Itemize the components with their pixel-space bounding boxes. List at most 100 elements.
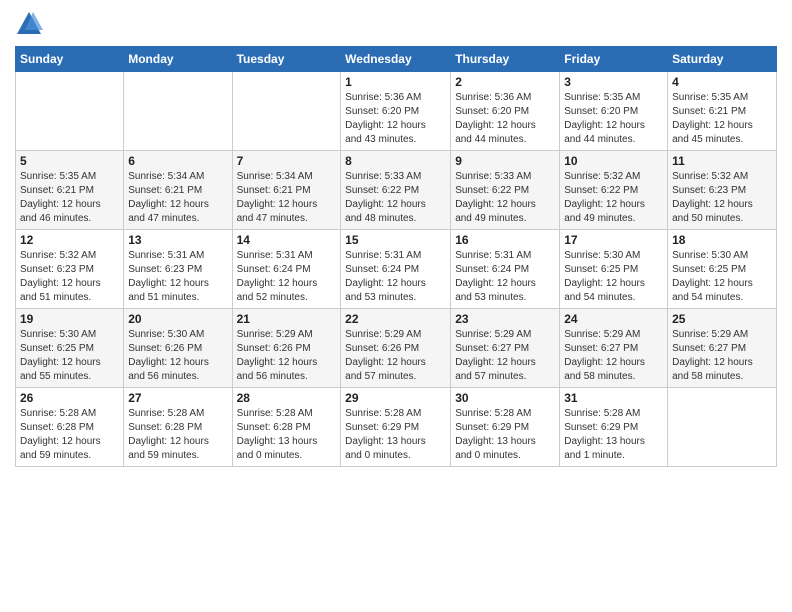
day-info: Sunrise: 5:29 AM Sunset: 6:26 PM Dayligh…: [345, 328, 446, 384]
calendar-cell: 20 Sunrise: 5:30 AM Sunset: 6:26 PM Dayli…: [124, 309, 232, 388]
calendar-cell: 11 Sunrise: 5:32 AM Sunset: 6:23 PM Dayli…: [668, 151, 777, 230]
calendar-table: SundayMondayTuesdayWednesdayThursdayFrid…: [15, 46, 777, 467]
calendar-cell: 14Sunrise: 5:31 AM Sunset: 6:24 PM Dayli…: [232, 230, 341, 309]
day-info: Sunrise: 5:30 AM Sunset: 6:25 PM Dayligh…: [20, 328, 119, 384]
day-info: Sunrise: 5:30 AM Sunset: 6:26 PM Dayligh…: [128, 328, 227, 384]
day-number: 6: [128, 154, 227, 168]
calendar-cell: 9 Sunrise: 5:33 AM Sunset: 6:22 PM Daylig…: [451, 151, 560, 230]
day-info: Sunrise: 5:36 AM Sunset: 6:20 PM Dayligh…: [455, 91, 555, 147]
calendar-cell: [16, 72, 124, 151]
calendar-cell: 16 Sunrise: 5:31 AM Sunset: 6:24 PM Dayli…: [451, 230, 560, 309]
day-info: Sunrise: 5:32 AM Sunset: 6:23 PM Dayligh…: [672, 170, 772, 226]
calendar-cell: 25 Sunrise: 5:29 AM Sunset: 6:27 PM Dayli…: [668, 309, 777, 388]
calendar-cell: 15 Sunrise: 5:31 AM Sunset: 6:24 PM Dayli…: [341, 230, 451, 309]
day-number: 15: [345, 233, 446, 247]
page: SundayMondayTuesdayWednesdayThursdayFrid…: [0, 0, 792, 612]
calendar-cell: 24 Sunrise: 5:29 AM Sunset: 6:27 PM Dayli…: [560, 309, 668, 388]
day-info: Sunrise: 5:29 AM Sunset: 6:27 PM Dayligh…: [564, 328, 663, 384]
calendar-week-1: 1 Sunrise: 5:36 AM Sunset: 6:20 PM Daylig…: [16, 72, 777, 151]
day-number: 10: [564, 154, 663, 168]
day-info: Sunrise: 5:30 AM Sunset: 6:25 PM Dayligh…: [564, 249, 663, 305]
calendar-cell: 2 Sunrise: 5:36 AM Sunset: 6:20 PM Daylig…: [451, 72, 560, 151]
day-number: 21: [237, 312, 337, 326]
calendar-cell: 22 Sunrise: 5:29 AM Sunset: 6:26 PM Dayli…: [341, 309, 451, 388]
day-info: Sunrise: 5:28 AM Sunset: 6:29 PM Dayligh…: [345, 407, 446, 463]
day-number: 3: [564, 75, 663, 89]
day-number: 9: [455, 154, 555, 168]
day-info: Sunrise: 5:29 AM Sunset: 6:27 PM Dayligh…: [455, 328, 555, 384]
calendar-cell: 30 Sunrise: 5:28 AM Sunset: 6:29 PM Dayli…: [451, 388, 560, 467]
col-header-tuesday: Tuesday: [232, 47, 341, 72]
day-info: Sunrise: 5:30 AM Sunset: 6:25 PM Dayligh…: [672, 249, 772, 305]
day-number: 26: [20, 391, 119, 405]
calendar-header-row: SundayMondayTuesdayWednesdayThursdayFrid…: [16, 47, 777, 72]
day-info: Sunrise: 5:31 AM Sunset: 6:24 PM Dayligh…: [345, 249, 446, 305]
day-number: 20: [128, 312, 227, 326]
day-info: Sunrise: 5:35 AM Sunset: 6:21 PM Dayligh…: [20, 170, 119, 226]
day-number: 19: [20, 312, 119, 326]
day-info: Sunrise: 5:35 AM Sunset: 6:20 PM Dayligh…: [564, 91, 663, 147]
calendar-week-2: 5 Sunrise: 5:35 AM Sunset: 6:21 PM Daylig…: [16, 151, 777, 230]
day-number: 2: [455, 75, 555, 89]
calendar-cell: 21 Sunrise: 5:29 AM Sunset: 6:26 PM Dayli…: [232, 309, 341, 388]
day-info: Sunrise: 5:28 AM Sunset: 6:28 PM Dayligh…: [237, 407, 337, 463]
day-number: 11: [672, 154, 772, 168]
day-info: Sunrise: 5:28 AM Sunset: 6:29 PM Dayligh…: [564, 407, 663, 463]
calendar-cell: 7Sunrise: 5:34 AM Sunset: 6:21 PM Daylig…: [232, 151, 341, 230]
day-info: Sunrise: 5:31 AM Sunset: 6:23 PM Dayligh…: [128, 249, 227, 305]
day-number: 5: [20, 154, 119, 168]
calendar-week-5: 26 Sunrise: 5:28 AM Sunset: 6:28 PM Dayli…: [16, 388, 777, 467]
day-number: 28: [237, 391, 337, 405]
day-number: 13: [128, 233, 227, 247]
col-header-thursday: Thursday: [451, 47, 560, 72]
day-info: Sunrise: 5:28 AM Sunset: 6:28 PM Dayligh…: [128, 407, 227, 463]
logo-icon: [15, 10, 43, 38]
day-info: Sunrise: 5:36 AM Sunset: 6:20 PM Dayligh…: [345, 91, 446, 147]
day-number: 8: [345, 154, 446, 168]
day-info: Sunrise: 5:31 AM Sunset: 6:24 PM Dayligh…: [455, 249, 555, 305]
day-info: Sunrise: 5:34 AM Sunset: 6:21 PM Dayligh…: [128, 170, 227, 226]
calendar-cell: 3 Sunrise: 5:35 AM Sunset: 6:20 PM Daylig…: [560, 72, 668, 151]
calendar-cell: [124, 72, 232, 151]
calendar-cell: 5 Sunrise: 5:35 AM Sunset: 6:21 PM Daylig…: [16, 151, 124, 230]
day-info: Sunrise: 5:34 AM Sunset: 6:21 PM Dayligh…: [237, 170, 337, 226]
calendar-week-3: 12Sunrise: 5:32 AM Sunset: 6:23 PM Dayli…: [16, 230, 777, 309]
day-number: 25: [672, 312, 772, 326]
day-info: Sunrise: 5:33 AM Sunset: 6:22 PM Dayligh…: [455, 170, 555, 226]
day-number: 4: [672, 75, 772, 89]
day-number: 24: [564, 312, 663, 326]
calendar-cell: [232, 72, 341, 151]
calendar-cell: 27 Sunrise: 5:28 AM Sunset: 6:28 PM Dayli…: [124, 388, 232, 467]
day-info: Sunrise: 5:32 AM Sunset: 6:23 PM Dayligh…: [20, 249, 119, 305]
calendar-cell: 8Sunrise: 5:33 AM Sunset: 6:22 PM Daylig…: [341, 151, 451, 230]
day-info: Sunrise: 5:35 AM Sunset: 6:21 PM Dayligh…: [672, 91, 772, 147]
day-info: Sunrise: 5:28 AM Sunset: 6:28 PM Dayligh…: [20, 407, 119, 463]
day-info: Sunrise: 5:32 AM Sunset: 6:22 PM Dayligh…: [564, 170, 663, 226]
calendar-cell: 26 Sunrise: 5:28 AM Sunset: 6:28 PM Dayli…: [16, 388, 124, 467]
day-number: 18: [672, 233, 772, 247]
col-header-monday: Monday: [124, 47, 232, 72]
calendar-cell: 29Sunrise: 5:28 AM Sunset: 6:29 PM Dayli…: [341, 388, 451, 467]
day-info: Sunrise: 5:29 AM Sunset: 6:27 PM Dayligh…: [672, 328, 772, 384]
logo: [15, 10, 47, 38]
calendar-cell: 18 Sunrise: 5:30 AM Sunset: 6:25 PM Dayli…: [668, 230, 777, 309]
calendar-cell: 28 Sunrise: 5:28 AM Sunset: 6:28 PM Dayli…: [232, 388, 341, 467]
calendar-cell: 31 Sunrise: 5:28 AM Sunset: 6:29 PM Dayli…: [560, 388, 668, 467]
day-number: 27: [128, 391, 227, 405]
day-info: Sunrise: 5:31 AM Sunset: 6:24 PM Dayligh…: [237, 249, 337, 305]
calendar-week-4: 19 Sunrise: 5:30 AM Sunset: 6:25 PM Dayli…: [16, 309, 777, 388]
calendar-cell: 17 Sunrise: 5:30 AM Sunset: 6:25 PM Dayli…: [560, 230, 668, 309]
day-info: Sunrise: 5:29 AM Sunset: 6:26 PM Dayligh…: [237, 328, 337, 384]
day-number: 22: [345, 312, 446, 326]
day-number: 16: [455, 233, 555, 247]
col-header-saturday: Saturday: [668, 47, 777, 72]
day-number: 17: [564, 233, 663, 247]
day-number: 30: [455, 391, 555, 405]
day-number: 31: [564, 391, 663, 405]
calendar-cell: 13 Sunrise: 5:31 AM Sunset: 6:23 PM Dayli…: [124, 230, 232, 309]
day-number: 1: [345, 75, 446, 89]
calendar-cell: 19 Sunrise: 5:30 AM Sunset: 6:25 PM Dayli…: [16, 309, 124, 388]
calendar-cell: 6 Sunrise: 5:34 AM Sunset: 6:21 PM Daylig…: [124, 151, 232, 230]
day-info: Sunrise: 5:28 AM Sunset: 6:29 PM Dayligh…: [455, 407, 555, 463]
day-number: 23: [455, 312, 555, 326]
